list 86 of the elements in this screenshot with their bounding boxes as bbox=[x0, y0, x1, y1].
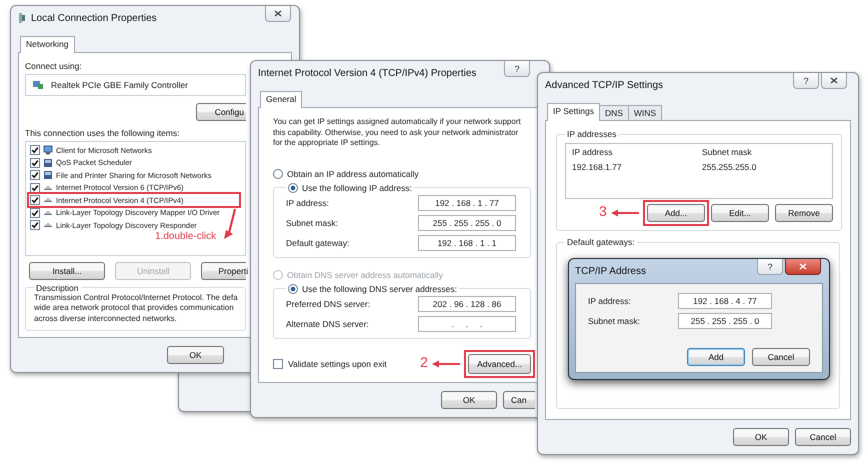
option-label[interactable]: Use the following IP address: bbox=[302, 182, 412, 192]
edit-button[interactable]: Edit... bbox=[711, 204, 769, 222]
group-label: Description bbox=[36, 282, 79, 292]
field-label: IP address: bbox=[588, 296, 632, 306]
option-label[interactable]: Obtain an IP address automatically bbox=[287, 168, 419, 178]
close-button[interactable] bbox=[821, 73, 847, 89]
checkbox[interactable] bbox=[30, 220, 40, 230]
checkbox-label[interactable]: Validate settings upon exit bbox=[288, 359, 387, 369]
step-label: 3 bbox=[599, 204, 607, 218]
annotation-arrow bbox=[432, 360, 460, 368]
checkbox[interactable] bbox=[30, 158, 40, 168]
add-button[interactable]: Add bbox=[687, 348, 745, 366]
add-button[interactable]: Add... bbox=[647, 204, 705, 222]
cancel-button[interactable]: Cancel bbox=[795, 428, 851, 446]
ip-address-field[interactable]: 255 . 255 . 255 . 0 bbox=[678, 313, 772, 329]
remove-button[interactable]: Remove bbox=[775, 204, 833, 222]
service-icon bbox=[43, 170, 53, 180]
close-button[interactable] bbox=[785, 259, 821, 275]
radio-button[interactable] bbox=[273, 168, 283, 178]
field-label: Preferred DNS server: bbox=[286, 298, 370, 308]
option-label[interactable]: Use the following DNS server addresses: bbox=[302, 284, 457, 294]
field-label: Subnet mask: bbox=[286, 218, 338, 228]
checkbox[interactable] bbox=[30, 145, 40, 156]
annotation-arrow bbox=[611, 209, 639, 217]
window-title: Internet Protocol Version 4 (TCP/IPv4) Properties bbox=[258, 68, 476, 78]
close-icon bbox=[274, 10, 282, 17]
install-button[interactable]: Install... bbox=[29, 262, 106, 280]
table-cell-text: 192.168.1.77 bbox=[572, 162, 623, 172]
service-icon bbox=[43, 158, 53, 168]
cancel-button[interactable]: Can bbox=[503, 391, 535, 409]
highlight-box bbox=[464, 350, 535, 378]
tab[interactable]: WINS bbox=[628, 105, 662, 120]
items-label: This connection uses the following items: bbox=[25, 128, 180, 138]
step-label: 1.double-click bbox=[155, 232, 216, 242]
checkbox[interactable] bbox=[30, 208, 40, 218]
computer-icon bbox=[43, 145, 53, 156]
checkbox[interactable] bbox=[30, 195, 40, 206]
network-icon bbox=[18, 12, 26, 24]
ok-button[interactable]: OK bbox=[167, 346, 224, 364]
field-label: Subnet mask: bbox=[588, 316, 641, 326]
configure-button[interactable]: Configu bbox=[196, 102, 246, 121]
close-button[interactable] bbox=[265, 6, 291, 22]
ip-address-field[interactable]: 192 . 168 . 4 . 77 bbox=[678, 293, 772, 309]
checkbox[interactable] bbox=[273, 359, 283, 369]
table-cell-text: 255.255.255.0 bbox=[702, 162, 758, 172]
window-title: TCP/IP Address bbox=[575, 266, 646, 276]
tab[interactable]: Networking bbox=[20, 36, 75, 53]
ip-address-field[interactable]: 202 . 96 . 128 . 86 bbox=[418, 296, 516, 312]
properties-button[interactable]: Properti bbox=[201, 262, 246, 280]
group-label: IP addresses bbox=[566, 129, 618, 139]
window-title: Local Connection Properties bbox=[31, 12, 157, 24]
help-button[interactable]: ? bbox=[793, 73, 819, 89]
close-icon bbox=[830, 77, 838, 84]
tab[interactable]: DNS bbox=[598, 105, 629, 120]
column-header: IP address bbox=[572, 146, 614, 156]
annotation-arrow bbox=[223, 209, 237, 240]
tab[interactable]: General bbox=[260, 91, 302, 108]
advanced-button[interactable]: Advanced... bbox=[468, 354, 531, 374]
help-button[interactable]: ? bbox=[757, 259, 783, 275]
ip-address-field[interactable]: . . . bbox=[418, 316, 516, 332]
help-button[interactable]: ? bbox=[504, 61, 530, 77]
radio-button[interactable] bbox=[288, 284, 298, 294]
column-header: Subnet mask bbox=[702, 146, 753, 156]
window-title: Advanced TCP/IP Settings bbox=[545, 80, 664, 90]
ip-address-field[interactable]: 192 . 168 . 1 . 1 bbox=[418, 234, 516, 250]
radio-button[interactable] bbox=[288, 182, 298, 192]
field-label: Default gateway: bbox=[286, 238, 350, 248]
ip-address-field[interactable]: 192 . 168 . 1 . 77 bbox=[418, 194, 516, 210]
checkbox[interactable] bbox=[30, 182, 40, 193]
close-icon bbox=[799, 263, 807, 270]
network-adapter-icon bbox=[32, 79, 44, 90]
ok-button[interactable]: OK bbox=[441, 391, 497, 409]
group-label: Default gateways: bbox=[566, 237, 636, 247]
field-label: Alternate DNS server: bbox=[286, 318, 369, 328]
step-label: 2 bbox=[420, 355, 428, 369]
tab[interactable]: IP Settings bbox=[547, 103, 600, 121]
adapter-field: Realtek PCIe GBE Family Controller bbox=[25, 74, 246, 96]
field-label: IP address: bbox=[286, 198, 329, 208]
cancel-button[interactable]: Cancel bbox=[752, 348, 810, 366]
connect-using-label: Connect using: bbox=[25, 61, 82, 71]
description-text: Transmission Control Protocol/Internet Protocol. The defa wide area network protocol that provides communication across diverse interconnected networks. bbox=[34, 292, 239, 324]
checkbox[interactable] bbox=[30, 170, 40, 180]
intro-text: You can get IP settings assigned automatically if your network support this capability. Otherwise, you need to ask your network administrator for the appropriate IP settings. bbox=[273, 117, 522, 148]
ok-button[interactable]: OK bbox=[733, 428, 789, 446]
highlight-box bbox=[643, 200, 709, 226]
ip-address-field[interactable]: 255 . 255 . 255 . 0 bbox=[418, 214, 516, 230]
